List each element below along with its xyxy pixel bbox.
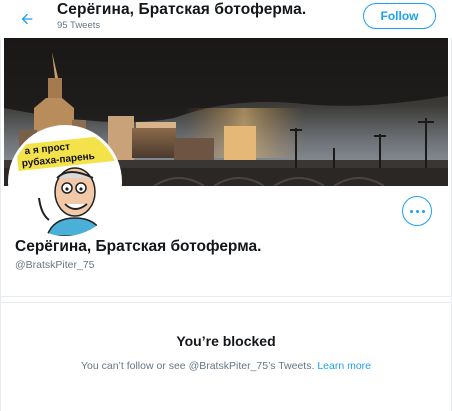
blocked-heading: You’re blocked	[176, 333, 276, 349]
blocked-message-row: You can’t follow or see @BratskPiter_75’…	[0, 360, 452, 372]
profile-handle: @BratskPiter_75	[15, 259, 95, 271]
blocked-message: You can’t follow or see @BratskPiter_75’…	[80, 360, 315, 372]
header-title-block: Серёгина, Братская ботоферма. 95 Tweets	[57, 1, 306, 31]
section-divider	[1, 296, 451, 297]
more-options-button[interactable]	[402, 196, 432, 226]
follow-button[interactable]: Follow	[363, 3, 436, 29]
tweet-count: 95 Tweets	[57, 20, 101, 31]
profile-name: Серёгина, Братская ботоферма.	[15, 238, 262, 255]
more-horizontal-icon	[408, 209, 426, 213]
section-divider	[1, 302, 451, 303]
learn-more-link[interactable]: Learn more	[317, 360, 371, 372]
back-button[interactable]	[14, 6, 40, 32]
top-bar: Серёгина, Братская ботоферма. 95 Tweets …	[0, 0, 452, 38]
avatar[interactable]: а я прост рубаха-парень	[11, 128, 119, 236]
arrow-left-icon	[21, 13, 33, 25]
header-title: Серёгина, Братская ботоферма.	[57, 1, 307, 18]
